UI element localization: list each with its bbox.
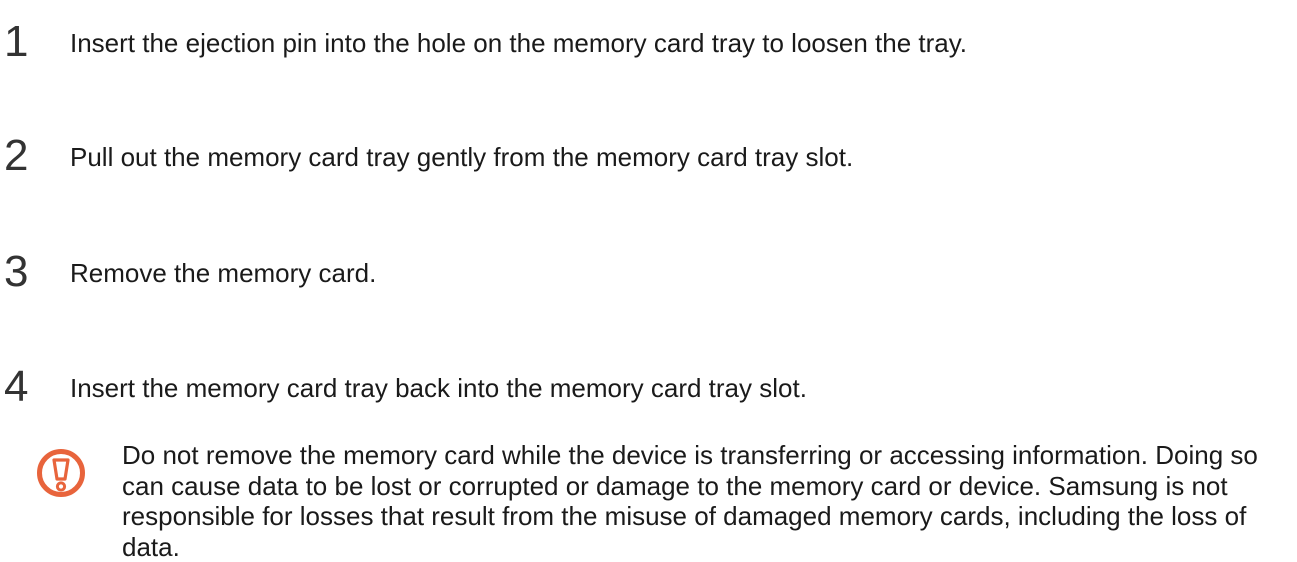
- step-item: 1 Insert the ejection pin into the hole …: [0, 20, 1297, 80]
- step-item: 3 Remove the memory card.: [0, 250, 1297, 310]
- step-item: 4 Insert the memory card tray back into …: [0, 365, 1297, 425]
- step-item: 2 Pull out the memory card tray gently f…: [0, 134, 1297, 194]
- caution-note: Do not remove the memory card while the …: [0, 440, 1297, 562]
- step-text: Pull out the memory card tray gently fro…: [70, 142, 854, 172]
- step-text: Remove the memory card.: [70, 258, 377, 288]
- step-number: 2: [4, 131, 29, 180]
- step-number: 4: [4, 362, 29, 411]
- step-text: Insert the memory card tray back into th…: [70, 373, 807, 403]
- caution-exclamation-icon: [36, 448, 86, 498]
- step-number: 3: [4, 247, 29, 296]
- step-text: Insert the ejection pin into the hole on…: [70, 28, 968, 58]
- step-number: 1: [4, 17, 29, 66]
- caution-text: Do not remove the memory card while the …: [122, 440, 1258, 562]
